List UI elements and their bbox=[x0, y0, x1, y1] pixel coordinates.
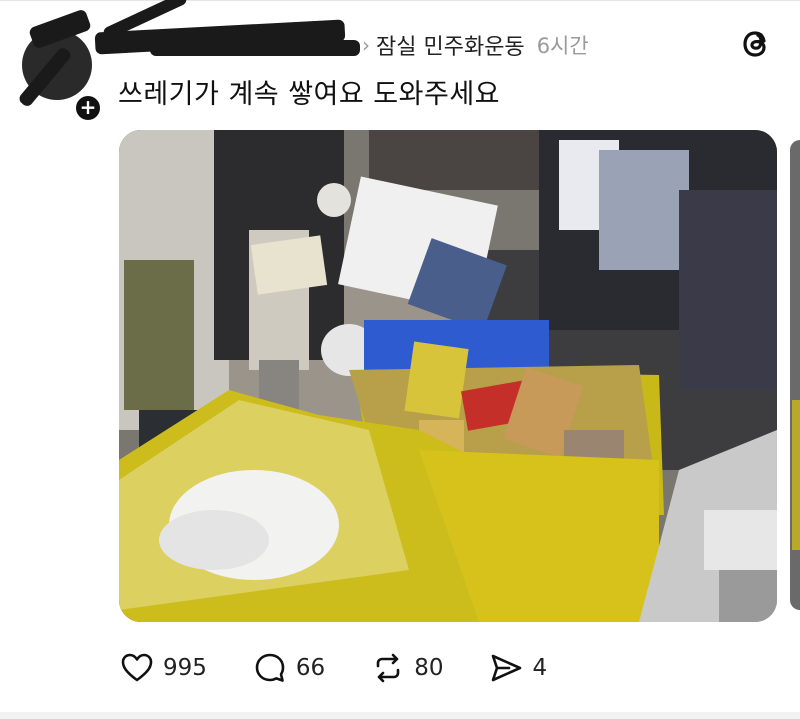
post-actions: 995 66 80 4 bbox=[120, 648, 593, 688]
post-photo[interactable] bbox=[119, 130, 777, 622]
heart-icon bbox=[121, 653, 153, 682]
repost-button[interactable]: 80 bbox=[371, 651, 443, 685]
share-icon bbox=[492, 654, 522, 682]
share-count: 4 bbox=[532, 655, 548, 681]
like-count: 995 bbox=[163, 655, 207, 681]
post-text: 쓰레기가 계속 쌓여요 도와주세요 bbox=[118, 79, 501, 110]
comment-button[interactable]: 66 bbox=[253, 651, 325, 685]
follow-plus-icon[interactable]: + bbox=[73, 93, 103, 123]
community-name[interactable]: 잠실 민주화운동 bbox=[376, 29, 525, 61]
bottom-divider bbox=[0, 712, 800, 719]
repost-count: 80 bbox=[414, 655, 444, 681]
next-photo-preview[interactable] bbox=[790, 140, 800, 610]
comment-count: 66 bbox=[295, 655, 326, 681]
like-button[interactable]: 995 bbox=[120, 651, 207, 685]
threads-logo-icon[interactable] bbox=[738, 26, 774, 62]
post-time: 6시간 bbox=[536, 34, 589, 58]
share-button[interactable]: 4 bbox=[489, 651, 547, 685]
comment-icon bbox=[255, 653, 285, 682]
post-header: › 잠실 민주화운동 6시간 bbox=[362, 28, 589, 62]
repost-icon bbox=[376, 653, 400, 683]
chevron-right-icon: › bbox=[362, 33, 370, 57]
top-divider bbox=[0, 0, 800, 1]
redacted-username-stroke-2 bbox=[150, 40, 360, 56]
